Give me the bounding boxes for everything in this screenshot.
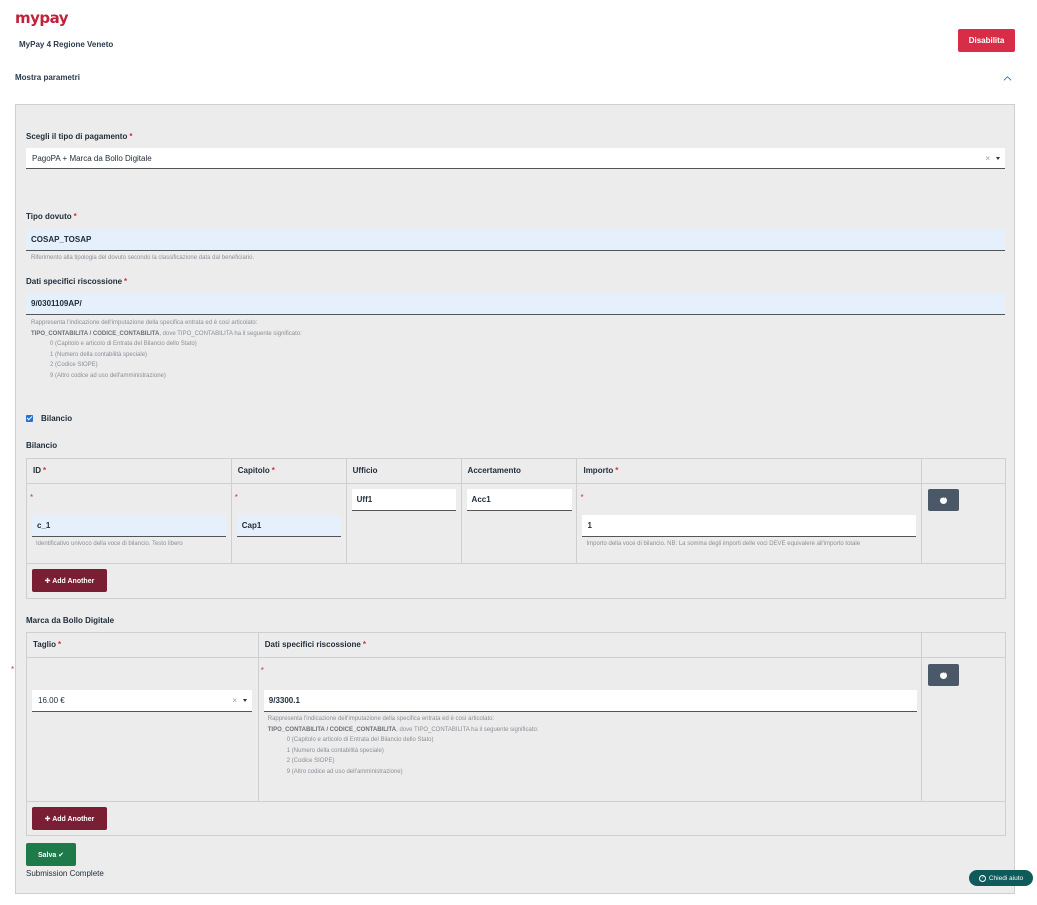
- bollo-add-another-button[interactable]: ✚ Add Another: [32, 807, 107, 830]
- bollo-dati-input[interactable]: 9/3300.1: [263, 690, 917, 712]
- ufficio-input[interactable]: Uff1: [351, 489, 456, 511]
- save-button[interactable]: Salva ✔: [26, 843, 76, 866]
- cell-id: * c_1 Identificativo univoco della voce …: [26, 483, 232, 564]
- cell-remove: [921, 657, 1006, 802]
- bilancio-grid-footer: ✚ Add Another: [26, 563, 1006, 599]
- cell-capitolo: * Cap1: [230, 483, 347, 564]
- cell-dati-specifici: * 9/3300.1 Rappresenta l'indicazione del…: [257, 657, 923, 802]
- col-ufficio: Ufficio: [345, 458, 462, 484]
- params-toggle[interactable]: Mostra parametri: [15, 72, 1015, 88]
- col-taglio: Taglio *: [26, 632, 259, 658]
- col-accertamento: Accertamento: [460, 458, 578, 484]
- col-dati-specifici: Dati specifici riscossione *: [257, 632, 923, 658]
- remove-row-button[interactable]: [928, 664, 960, 686]
- dati-specifici-input[interactable]: 9/0301109AP/: [26, 293, 1005, 315]
- mypay-logo: mypay: [15, 9, 69, 27]
- payment-type-select[interactable]: PagoPA + Marca da Bollo Digitale ×: [26, 148, 1005, 169]
- dati-specifici-help: Rappresenta l'indicazione dell'imputazio…: [31, 320, 302, 379]
- col-actions: [921, 458, 1006, 484]
- bollo-grid: Taglio * Dati specifici riscossione * 16.0…: [26, 632, 1006, 836]
- col-capitolo: Capitolo *: [230, 458, 347, 484]
- submission-status: Submission Complete: [26, 869, 104, 878]
- bilancio-add-another-button[interactable]: ✚ Add Another: [32, 569, 107, 592]
- capitolo-input[interactable]: Cap1: [236, 515, 341, 537]
- bilancio-checkbox[interactable]: [26, 415, 33, 422]
- question-icon: ?: [978, 874, 986, 882]
- taglio-value: 16.00 €: [38, 696, 65, 705]
- table-row: * c_1 Identificativo univoco della voce …: [26, 483, 1006, 564]
- caret-down-icon[interactable]: [243, 699, 247, 702]
- dati-specifici-label: Dati specifici riscossione *: [26, 277, 128, 286]
- importo-input[interactable]: 1: [582, 515, 917, 537]
- bollo-required-marker: *: [11, 665, 15, 674]
- importo-help: Importo della voce di bilancio. NB: La s…: [586, 541, 861, 547]
- chevron-up-icon[interactable]: [1003, 74, 1012, 83]
- params-toggle-label: Mostra parametri: [15, 73, 80, 82]
- remove-icon: [940, 669, 948, 679]
- col-actions: [921, 632, 1006, 658]
- remove-icon: [940, 494, 948, 504]
- remove-row-button[interactable]: [928, 489, 960, 511]
- tipo-dovuto-label: Tipo dovuto *: [26, 212, 77, 221]
- help-chat-label: Chiedi aiuto: [988, 874, 1024, 882]
- clear-icon[interactable]: ×: [232, 696, 237, 705]
- payment-type-value: PagoPA + Marca da Bollo Digitale: [32, 153, 152, 163]
- col-importo: Importo *: [576, 458, 923, 484]
- table-row: 16.00 € × * 9/3300.1 Rappresenta l'indic…: [26, 657, 1006, 802]
- clear-icon[interactable]: ×: [985, 154, 990, 163]
- cell-remove: [921, 483, 1006, 564]
- bilancio-checkbox-label: Bilancio: [41, 414, 73, 423]
- app-title: MyPay 4 Regione Veneto: [19, 40, 114, 49]
- cell-ufficio: Uff1: [345, 483, 462, 564]
- bilancio-grid-title: Bilancio: [26, 441, 58, 450]
- bollo-grid-footer: ✚ Add Another: [26, 801, 1006, 836]
- cell-taglio: 16.00 € ×: [26, 657, 259, 802]
- disable-button[interactable]: Disabilita: [958, 29, 1015, 52]
- payment-type-label: Scegli il tipo di pagamento *: [26, 132, 133, 141]
- help-chat-button[interactable]: ? Chiedi aiuto: [969, 870, 1033, 886]
- cell-importo: * 1 Importo della voce di bilancio. NB: …: [576, 483, 923, 564]
- taglio-select[interactable]: 16.00 € ×: [32, 690, 252, 712]
- form-panel: Scegli il tipo di pagamento * PagoPA + Ma…: [11, 104, 1015, 894]
- bollo-grid-title: Marca da Bollo Digitale: [26, 616, 115, 625]
- bilancio-grid: ID * Capitolo * Ufficio Accertamento Impor…: [26, 458, 1006, 599]
- caret-down-icon[interactable]: [996, 157, 1000, 160]
- tipo-dovuto-help: Riferimento alla tipologia del dovuto se…: [31, 255, 255, 261]
- tipo-dovuto-input[interactable]: COSAP_TOSAP: [26, 229, 1005, 251]
- cell-accertamento: Acc1: [460, 483, 578, 564]
- col-id: ID *: [26, 458, 232, 484]
- id-help: Identificativo univoco della voce di bil…: [36, 541, 183, 547]
- id-input[interactable]: c_1: [32, 515, 226, 537]
- accertamento-input[interactable]: Acc1: [466, 489, 572, 511]
- bollo-dati-help: Rappresenta l'indicazione dell'imputazio…: [267, 716, 539, 775]
